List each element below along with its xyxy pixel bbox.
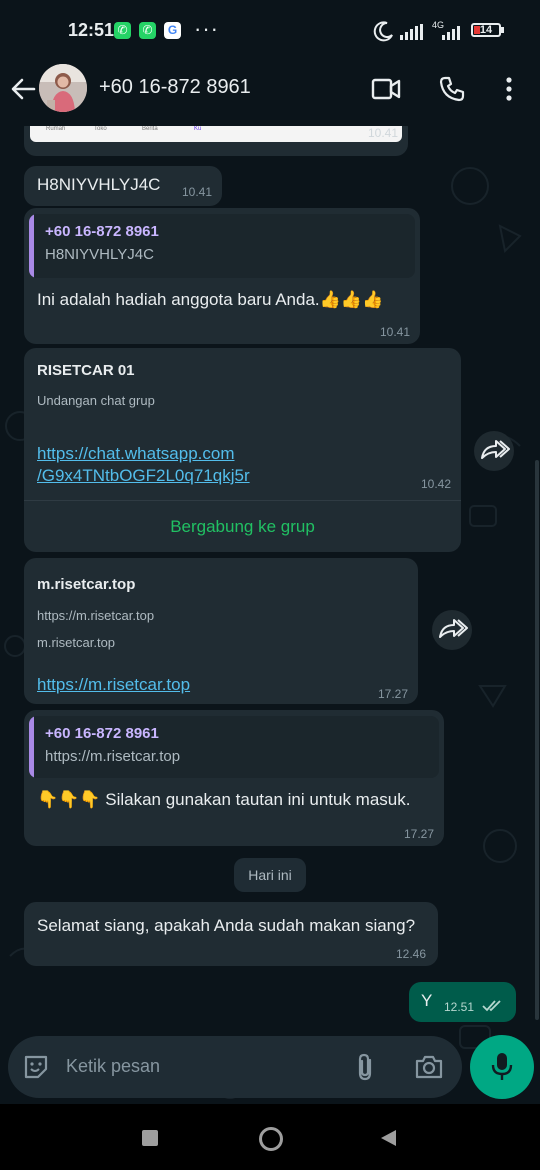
system-nav-bar	[0, 1104, 540, 1170]
forward-button[interactable]	[474, 431, 514, 471]
message-time: 12.46	[395, 947, 426, 961]
incoming-message-bubble[interactable]: +60 16-872 8961 https://m.risetcar.top 👇…	[24, 710, 444, 846]
chat-header: +60 16-872 8961	[0, 62, 540, 126]
voice-call-icon[interactable]	[438, 75, 466, 103]
link-preview-bubble[interactable]: m.risetcar.top https://m.risetcar.top m.…	[24, 558, 418, 704]
message-text: Selamat siang, apakah Anda sudah makan s…	[37, 916, 416, 935]
invite-subtitle: Undangan chat grup	[37, 393, 155, 408]
group-name: RISETCAR 01	[37, 362, 135, 379]
forward-button[interactable]	[432, 610, 472, 650]
message-time: 10.42	[420, 477, 451, 491]
group-invite-bubble[interactable]: RISETCAR 01 Undangan chat grup https://c…	[24, 348, 461, 552]
back-button[interactable]	[378, 1128, 398, 1148]
preview-nav-label: Toko	[94, 126, 107, 132]
image-message-bubble[interactable]: Rumah Toko Berita Ku 10.41	[24, 126, 408, 156]
link-preview-title: m.risetcar.top	[37, 576, 136, 593]
quoted-sender: +60 16-872 8961	[45, 223, 159, 240]
invite-link[interactable]: https://chat.whatsapp.com /G9x4TNtbOGF2L…	[37, 443, 250, 487]
link-preview-url: https://m.risetcar.top	[37, 608, 155, 623]
forward-icon	[439, 619, 468, 638]
whatsapp-notification-icon: ✆	[139, 22, 156, 39]
message-text: Y	[421, 991, 433, 1010]
back-arrow-icon[interactable]	[10, 76, 36, 102]
voice-message-button[interactable]	[470, 1035, 534, 1099]
message-time: 10.41	[181, 185, 212, 199]
message-time: 12.51	[444, 1000, 475, 1014]
microphone-icon	[491, 1053, 513, 1080]
signal-icon-2	[442, 26, 460, 40]
video-call-icon[interactable]	[371, 76, 401, 102]
preview-nav-label: Rumah	[46, 126, 66, 132]
signal-icon	[400, 24, 423, 40]
recents-button[interactable]	[142, 1130, 158, 1146]
incoming-message-bubble[interactable]: H8NIYVHLYJ4C 10.41	[24, 166, 222, 206]
status-bar: 12:51 ✆ ✆ G ··· 4G 14	[0, 0, 540, 62]
message-time: 17.27	[377, 687, 408, 701]
scrollbar[interactable]	[535, 460, 539, 1020]
google-notification-icon: G	[164, 22, 181, 39]
message-time: 10.41	[379, 325, 410, 339]
link-preview-domain: m.risetcar.top	[37, 635, 116, 650]
whatsapp-notification-icon: ✆	[114, 22, 131, 39]
quoted-text: H8NIYVHLYJ4C	[45, 246, 154, 263]
message-input[interactable]: Ketik pesan	[66, 1056, 160, 1077]
incoming-message-bubble[interactable]: Selamat siang, apakah Anda sudah makan s…	[24, 902, 438, 966]
quoted-message[interactable]: +60 16-872 8961 H8NIYVHLYJ4C	[29, 214, 415, 278]
message-composer[interactable]: Ketik pesan	[8, 1036, 462, 1098]
chat-area[interactable]: Rumah Toko Berita Ku 10.41 H8NIYVHLYJ4C …	[0, 126, 540, 1104]
preview-nav-label: Berita	[142, 126, 158, 132]
quoted-text: https://m.risetcar.top	[45, 748, 181, 765]
do-not-disturb-moon-icon	[373, 21, 393, 42]
more-notifications-icon: ···	[194, 16, 219, 41]
message-text: H8NIYVHLYJ4C	[37, 175, 161, 194]
menu-dots-icon[interactable]	[504, 76, 514, 102]
incoming-message-bubble[interactable]: +60 16-872 8961 H8NIYVHLYJ4C Ini adalah …	[24, 208, 420, 344]
screenshot-preview[interactable]: Rumah Toko Berita Ku	[30, 126, 402, 142]
message-text: 👇👇👇 Silakan gunakan tautan ini untuk mas…	[37, 790, 411, 809]
outgoing-message-bubble[interactable]: Y 12.51	[409, 982, 516, 1022]
preview-nav-label: Ku	[194, 126, 202, 132]
avatar[interactable]	[39, 64, 87, 112]
forward-icon	[481, 440, 510, 459]
message-time: 10.41	[367, 126, 398, 140]
contact-name[interactable]: +60 16-872 8961	[99, 76, 251, 99]
battery-level: 14	[479, 24, 493, 36]
message-text: Ini adalah hadiah anggota baru Anda.👍👍👍	[37, 290, 384, 309]
battery-icon: 14	[471, 23, 501, 37]
sticker-icon[interactable]	[22, 1053, 50, 1081]
attach-paperclip-icon[interactable]	[354, 1052, 378, 1082]
quoted-sender: +60 16-872 8961	[45, 725, 159, 742]
clock: 12:51	[68, 20, 115, 40]
home-button[interactable]	[259, 1127, 283, 1151]
date-divider: Hari ini	[234, 858, 306, 892]
join-group-button[interactable]: Bergabung ke grup	[24, 501, 461, 552]
invite-link-line[interactable]: /G9x4TNtbOGF2L0q71qkj5r	[37, 466, 250, 485]
camera-icon[interactable]	[414, 1053, 444, 1081]
quoted-message[interactable]: +60 16-872 8961 https://m.risetcar.top	[29, 716, 439, 778]
message-time: 17.27	[403, 827, 434, 841]
invite-link-line[interactable]: https://chat.whatsapp.com	[37, 444, 235, 463]
read-ticks-icon	[482, 1000, 501, 1012]
message-link[interactable]: https://m.risetcar.top	[37, 675, 190, 695]
